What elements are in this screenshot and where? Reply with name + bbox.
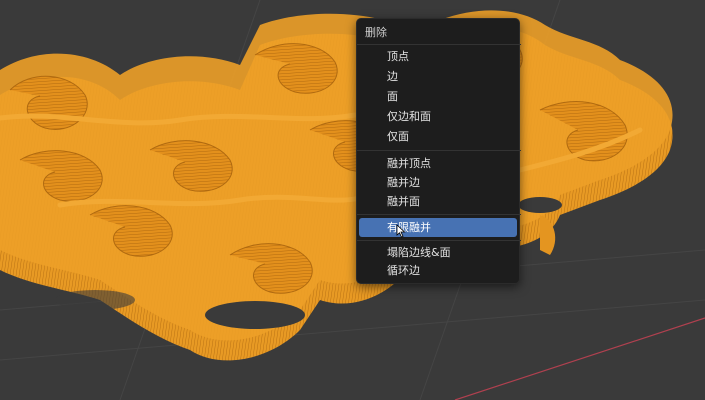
menu-separator	[357, 44, 521, 45]
menu-item-edge-loops[interactable]: 循环边	[359, 261, 517, 280]
x-axis-line	[454, 317, 705, 400]
menu-item-only-edges-faces[interactable]: 仅边和面	[359, 107, 517, 126]
menu-item-delete-edges[interactable]: 边	[359, 67, 517, 86]
menu-separator	[357, 240, 521, 241]
menu-item-dissolve-faces[interactable]: 融并面	[359, 192, 517, 211]
menu-item-dissolve-vertices[interactable]: 融并顶点	[359, 154, 517, 173]
menu-item-delete-vertices[interactable]: 顶点	[359, 47, 517, 66]
menu-item-collapse-edges-faces[interactable]: 塌陷边线&面	[359, 243, 517, 262]
menu-item-only-faces[interactable]: 仅面	[359, 127, 517, 146]
menu-item-dissolve-edges[interactable]: 融并边	[359, 173, 517, 192]
mesh-object	[0, 10, 673, 361]
menu-title: 删除	[365, 26, 387, 39]
menu-item-delete-faces[interactable]: 面	[359, 87, 517, 106]
mouse-cursor-icon	[396, 224, 406, 238]
delete-context-menu: 删除 顶点 边 面 仅边和面 仅面 融并顶点 融并边 融并面 有限融并 塌陷边线…	[356, 18, 521, 284]
menu-separator	[357, 150, 521, 151]
menu-separator	[357, 214, 521, 215]
menu-item-limited-dissolve[interactable]: 有限融并	[359, 218, 517, 237]
3d-viewport[interactable]	[0, 0, 705, 400]
viewport-scene	[0, 0, 705, 400]
